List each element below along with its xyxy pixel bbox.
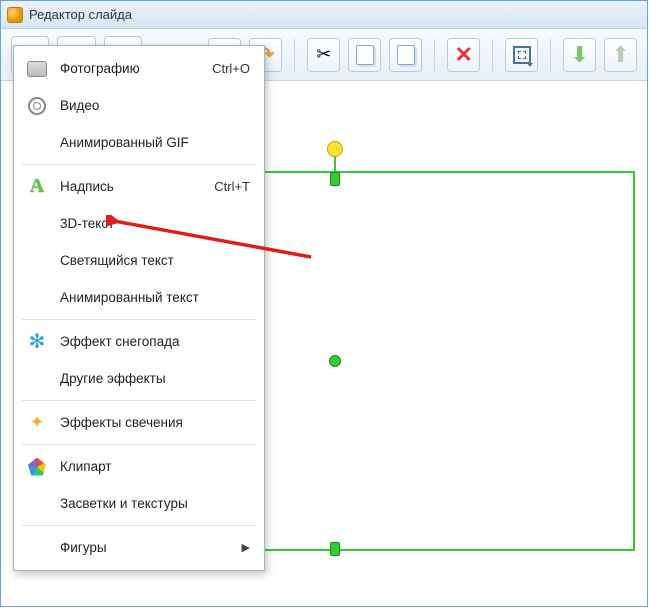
- move-up-button[interactable]: ⬆: [604, 38, 637, 72]
- menu-item-4[interactable]: A Надпись Ctrl+T: [14, 168, 264, 205]
- menu-item-2[interactable]: Анимированный GIF: [14, 124, 264, 161]
- menu-separator: [22, 525, 256, 526]
- menu-item-10[interactable]: Другие эффекты: [14, 360, 264, 397]
- menu-item-label: Эффект снегопада: [60, 334, 250, 349]
- paste-icon: [397, 45, 415, 65]
- photo-icon: [27, 61, 47, 77]
- menu-item-label: Видео: [60, 98, 250, 113]
- separator: [434, 39, 435, 71]
- resize-handle-bottom[interactable]: [330, 542, 340, 556]
- menu-separator: [22, 444, 256, 445]
- menu-item-15[interactable]: Засветки и текстуры: [14, 485, 264, 522]
- menu-item-0[interactable]: Фотографию Ctrl+O: [14, 50, 264, 87]
- copy-button[interactable]: [348, 38, 381, 72]
- menu-item-17[interactable]: Фигуры ▶: [14, 529, 264, 566]
- menu-separator: [22, 400, 256, 401]
- app-icon: [7, 7, 23, 23]
- menu-item-label: Анимированный GIF: [60, 135, 250, 150]
- arrow-down-icon: ⬇: [570, 44, 588, 66]
- menu-item-12[interactable]: ✦ Эффекты свечения: [14, 404, 264, 441]
- menu-item-5[interactable]: 3D-текст: [14, 205, 264, 242]
- menu-item-label: Фигуры: [60, 540, 232, 555]
- text-icon: A: [30, 175, 44, 198]
- menu-item-14[interactable]: Клипарт: [14, 448, 264, 485]
- video-icon-slot: [24, 97, 50, 115]
- menu-item-6[interactable]: Светящийся текст: [14, 242, 264, 279]
- video-icon: [28, 97, 46, 115]
- spark-icon-slot: ✦: [24, 412, 50, 433]
- fit-screen-icon: [513, 46, 531, 64]
- scissors-icon: ✂: [316, 44, 331, 65]
- menu-item-shortcut: Ctrl+O: [212, 61, 250, 76]
- menu-item-7[interactable]: Анимированный текст: [14, 279, 264, 316]
- fit-button[interactable]: [505, 38, 538, 72]
- snow-icon-slot: ✻: [24, 329, 50, 354]
- submenu-arrow-icon: ▶: [242, 541, 250, 554]
- separator: [492, 39, 493, 71]
- paste-button[interactable]: [389, 38, 422, 72]
- clip-icon-slot: [24, 458, 50, 476]
- clipart-icon: [28, 458, 46, 476]
- separator: [550, 39, 551, 71]
- add-dropdown-menu: Фотографию Ctrl+O Видео Анимированный GIF A Н…: [13, 45, 265, 571]
- text-icon-slot: A: [24, 175, 50, 198]
- separator: [294, 39, 295, 71]
- menu-item-label: Фотографию: [60, 61, 202, 76]
- arrow-up-icon: ⬆: [611, 44, 629, 66]
- titlebar: Редактор слайда: [1, 1, 647, 29]
- menu-separator: [22, 319, 256, 320]
- slide-editor-window: Редактор слайда ✻ ↶ ↷ ✂ ✕ ⬇ ⬆ Фотографию…: [0, 0, 648, 607]
- menu-item-label: Другие эффекты: [60, 371, 250, 386]
- window-title: Редактор слайда: [29, 7, 132, 22]
- copy-icon: [356, 45, 374, 65]
- menu-item-label: 3D-текст: [60, 216, 250, 231]
- photo-icon-slot: [24, 61, 50, 77]
- center-handle[interactable]: [329, 355, 341, 367]
- rotation-handle[interactable]: [327, 141, 343, 157]
- menu-item-label: Эффекты свечения: [60, 415, 250, 430]
- menu-item-label: Светящийся текст: [60, 253, 250, 268]
- resize-handle-top[interactable]: [330, 172, 340, 186]
- snowflake-icon: ✻: [29, 329, 46, 354]
- menu-item-label: Засветки и текстуры: [60, 496, 250, 511]
- menu-item-9[interactable]: ✻ Эффект снегопада: [14, 323, 264, 360]
- menu-separator: [22, 164, 256, 165]
- menu-item-label: Надпись: [60, 179, 204, 194]
- cut-button[interactable]: ✂: [307, 38, 340, 72]
- menu-item-label: Клипарт: [60, 459, 250, 474]
- menu-item-shortcut: Ctrl+T: [214, 179, 250, 194]
- delete-icon: ✕: [455, 44, 473, 66]
- menu-item-1[interactable]: Видео: [14, 87, 264, 124]
- sparkle-icon: ✦: [29, 412, 44, 433]
- move-down-button[interactable]: ⬇: [563, 38, 596, 72]
- menu-item-label: Анимированный текст: [60, 290, 250, 305]
- delete-button[interactable]: ✕: [447, 38, 480, 72]
